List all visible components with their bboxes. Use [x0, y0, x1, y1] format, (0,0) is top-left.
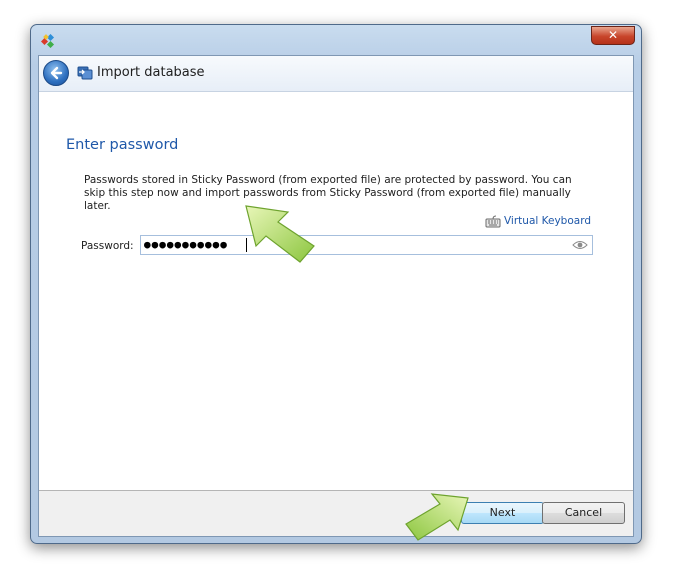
password-masked-value: ●●●●●●●●●●●	[144, 238, 228, 251]
dialog-footer: Next Cancel	[39, 490, 633, 536]
virtual-keyboard-label: Virtual Keyboard	[503, 215, 591, 227]
keyboard-icon	[485, 215, 501, 228]
virtual-keyboard-link[interactable]: Virtual Keyboard	[485, 215, 591, 229]
pointer-arrow-icon	[245, 205, 315, 263]
password-label: Password:	[81, 240, 134, 252]
dialog-title: Import database	[97, 65, 205, 80]
back-button[interactable]	[43, 60, 69, 86]
dialog-header: Import database	[39, 56, 633, 92]
password-input[interactable]: ●●●●●●●●●●●	[140, 235, 593, 255]
description-text: Passwords stored in Sticky Password (fro…	[84, 174, 572, 212]
eye-icon[interactable]	[572, 240, 588, 250]
window-client-area: Import database Enter password Passwords…	[38, 55, 634, 537]
close-icon: ✕	[607, 28, 619, 42]
pointer-arrow-icon	[405, 493, 469, 541]
next-button[interactable]: Next	[461, 502, 544, 524]
back-arrow-icon	[50, 66, 63, 80]
sticky-password-app-icon	[41, 34, 55, 48]
page-title: Enter password	[66, 137, 179, 153]
import-database-window: ✕ Import database Enter password Passwor…	[30, 24, 642, 544]
cancel-button[interactable]: Cancel	[542, 502, 625, 524]
close-button[interactable]: ✕	[591, 26, 635, 45]
import-database-icon	[77, 66, 93, 80]
